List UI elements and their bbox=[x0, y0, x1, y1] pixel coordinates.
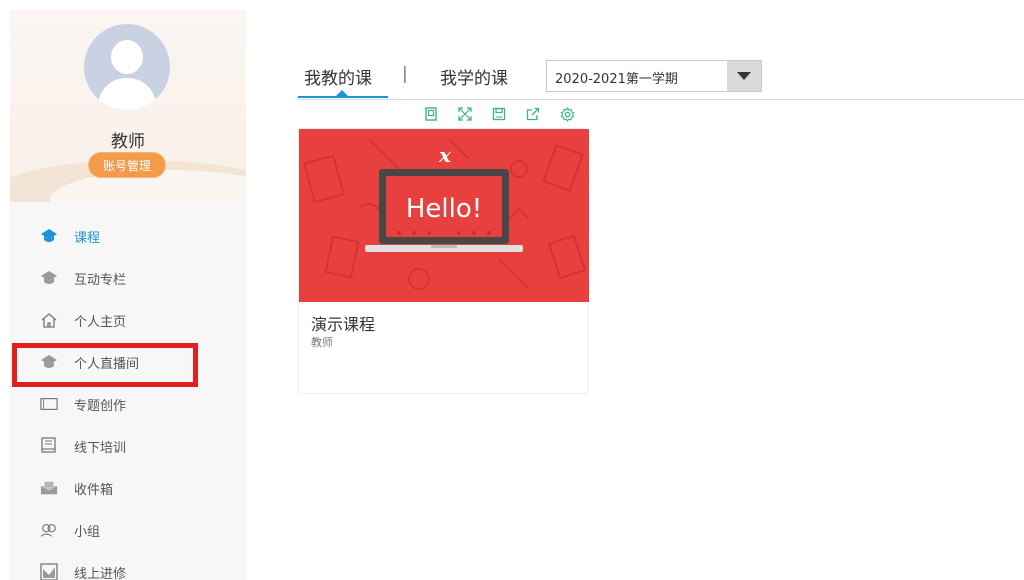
copy-icon[interactable] bbox=[421, 104, 441, 124]
sidebar-item-courses[interactable]: 课程 bbox=[10, 215, 246, 257]
profile-panel: 教师 账号管理 bbox=[10, 10, 246, 202]
avatar[interactable] bbox=[84, 24, 170, 110]
group-icon bbox=[40, 521, 58, 539]
tab-taught-courses[interactable]: 我教的课 bbox=[304, 64, 372, 89]
account-management-button[interactable]: 账号管理 bbox=[88, 152, 166, 178]
highlight-annotation-box bbox=[12, 343, 198, 387]
sidebar-item-homepage[interactable]: 个人主页 bbox=[10, 299, 246, 341]
sidebar-item-label: 个人主页 bbox=[74, 314, 127, 330]
chevron-down-icon bbox=[737, 72, 751, 80]
semester-select[interactable]: 2020-2021第一学期 bbox=[546, 60, 762, 92]
graduation-cap-icon bbox=[40, 227, 58, 245]
sidebar-item-label: 课程 bbox=[74, 230, 101, 246]
sidebar-item-label: 线下培训 bbox=[74, 440, 127, 456]
sidebar-item-topic-creation[interactable]: 专题创作 bbox=[10, 383, 246, 425]
sidebar-item-offline-training[interactable]: 线下培训 bbox=[10, 425, 246, 467]
semester-select-value: 2020-2021第一学期 bbox=[555, 72, 678, 87]
settings-icon[interactable] bbox=[557, 104, 577, 124]
sidebar-item-label: 互动专栏 bbox=[74, 272, 127, 288]
course-cover-logo: x bbox=[438, 143, 452, 167]
sidebar: 教师 账号管理 课程 互动专栏 个人主页 个人直播间 专题创作 线下培训 收件箱… bbox=[10, 10, 246, 580]
sidebar-item-online-study[interactable]: 线上进修 bbox=[10, 551, 246, 580]
sidebar-item-label: 线上进修 bbox=[74, 566, 127, 580]
course-toolbar bbox=[410, 100, 588, 128]
sidebar-item-label: 小组 bbox=[74, 524, 101, 540]
sidebar-item-label: 收件箱 bbox=[74, 482, 114, 498]
course-cover-text: Hello! bbox=[406, 194, 482, 224]
chart-icon bbox=[40, 563, 58, 580]
tab-separator: | bbox=[402, 64, 408, 84]
sidebar-item-label: 专题创作 bbox=[74, 398, 127, 414]
tab-learned-courses[interactable]: 我学的课 bbox=[440, 64, 508, 89]
home-icon bbox=[40, 311, 58, 329]
sidebar-nav: 课程 互动专栏 个人主页 个人直播间 专题创作 线下培训 收件箱 小组 线上进修 bbox=[10, 215, 246, 580]
book-icon bbox=[40, 437, 58, 455]
fullscreen-icon[interactable] bbox=[455, 104, 475, 124]
user-role-name: 教师 bbox=[111, 132, 145, 152]
inbox-icon bbox=[40, 479, 58, 497]
share-icon[interactable] bbox=[523, 104, 543, 124]
course-teacher: 教师 bbox=[311, 336, 333, 349]
dropdown-toggle[interactable] bbox=[727, 61, 761, 91]
course-title[interactable]: 演示课程 bbox=[311, 311, 375, 335]
active-tab-caret bbox=[336, 90, 348, 96]
sidebar-item-interactive-column[interactable]: 互动专栏 bbox=[10, 257, 246, 299]
course-tabs: 我教的课 | 我学的课 2020-2021第一学期 bbox=[298, 56, 1024, 100]
window-icon bbox=[40, 395, 58, 413]
graduation-cap-icon bbox=[40, 269, 58, 287]
active-tab-underline bbox=[298, 96, 388, 98]
sidebar-item-inbox[interactable]: 收件箱 bbox=[10, 467, 246, 509]
save-icon[interactable] bbox=[489, 104, 509, 124]
course-cover-image[interactable]: x Hello! bbox=[299, 129, 589, 302]
course-card[interactable]: x Hello! 演示课程 教师 bbox=[298, 128, 589, 394]
sidebar-item-group[interactable]: 小组 bbox=[10, 509, 246, 551]
